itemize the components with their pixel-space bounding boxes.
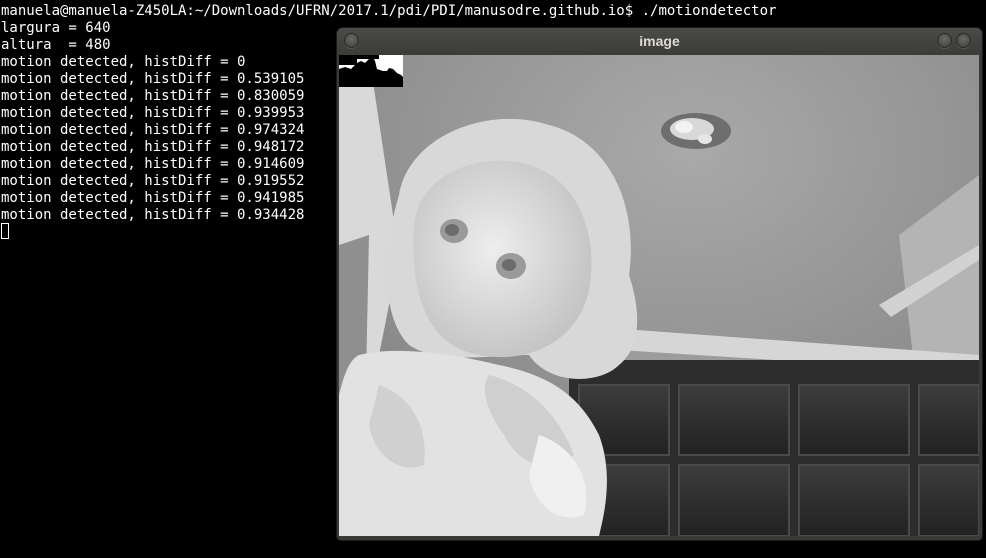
window-title: image bbox=[639, 33, 680, 49]
minimize-icon[interactable] bbox=[937, 33, 952, 48]
terminal-line: motion detected, histDiff = 0.914609 bbox=[1, 156, 305, 172]
terminal-line: motion detected, histDiff = 0 bbox=[1, 54, 246, 70]
terminal-prompt: manuela@manuela-Z450LA:~/Downloads/UFRN/… bbox=[1, 3, 777, 19]
window-titlebar[interactable]: image bbox=[337, 28, 982, 55]
terminal-line: largura = 640 bbox=[1, 20, 111, 36]
terminal-line: motion detected, histDiff = 0.830059 bbox=[1, 88, 305, 104]
terminal-line: motion detected, histDiff = 0.974324 bbox=[1, 122, 305, 138]
terminal-cursor bbox=[1, 223, 9, 239]
terminal-line: motion detected, histDiff = 0.948172 bbox=[1, 139, 305, 155]
close-icon[interactable] bbox=[956, 33, 971, 48]
terminal-line: motion detected, histDiff = 0.539105 bbox=[1, 71, 305, 87]
image-window[interactable]: image bbox=[337, 28, 982, 540]
camera-frame bbox=[339, 55, 979, 536]
terminal-line: motion detected, histDiff = 0.934428 bbox=[1, 207, 305, 223]
terminal-line: motion detected, histDiff = 0.941985 bbox=[1, 190, 305, 206]
camera-image bbox=[339, 55, 979, 536]
terminal-line: motion detected, histDiff = 0.939953 bbox=[1, 105, 305, 121]
terminal-line: motion detected, histDiff = 0.919552 bbox=[1, 173, 305, 189]
histogram-inset bbox=[339, 55, 403, 87]
terminal-line: altura = 480 bbox=[1, 37, 111, 53]
